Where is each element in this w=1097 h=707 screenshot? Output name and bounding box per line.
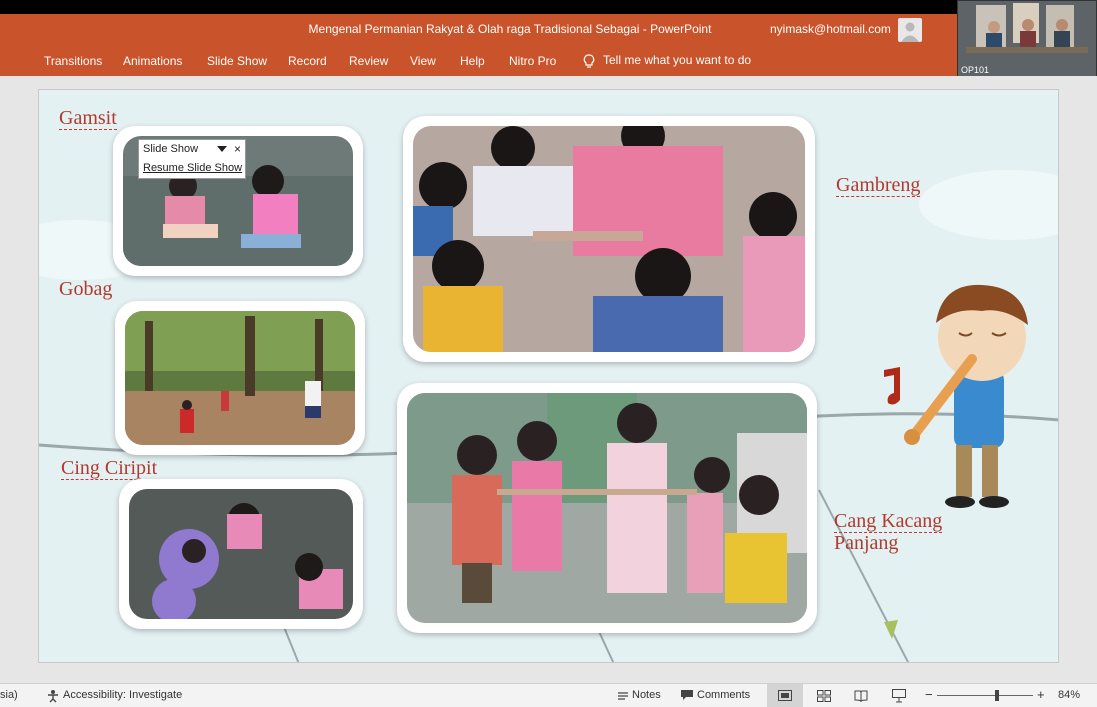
children-line-photo bbox=[407, 393, 807, 623]
video-call-thumbnail[interactable]: OP101 bbox=[957, 0, 1097, 78]
label-cing-ciripit: Cing Ciripit bbox=[61, 457, 158, 480]
zoom-in-button[interactable]: + bbox=[1037, 687, 1045, 702]
tab-animations[interactable]: Animations bbox=[123, 54, 182, 68]
zoom-slider[interactable] bbox=[937, 690, 1033, 701]
zoom-slider-thumb[interactable] bbox=[995, 690, 1000, 701]
comments-icon bbox=[681, 690, 693, 700]
tell-me-text: Tell me what you want to do bbox=[603, 53, 752, 67]
label-gambreng: Gambreng bbox=[836, 174, 921, 197]
slide-sorter-icon[interactable] bbox=[817, 690, 831, 702]
tell-me-search[interactable]: Tell me what you want to do bbox=[583, 53, 751, 68]
title-bar: Mengenal Permanian Rakyat & Olah raga Tr… bbox=[0, 14, 1097, 46]
accessibility-icon bbox=[48, 690, 58, 703]
children-circle-photo bbox=[129, 489, 353, 619]
resume-slide-show-button[interactable]: Resume Slide Show bbox=[143, 162, 242, 174]
user-email[interactable]: nyimask@hotmail.com bbox=[770, 22, 891, 36]
photo-gobag[interactable] bbox=[115, 301, 365, 455]
photo-cang-kacang-panjang[interactable] bbox=[397, 383, 817, 633]
photo-cing-ciripit[interactable] bbox=[119, 479, 363, 629]
slide-show-popup[interactable]: Slide Show × Resume Slide Show bbox=[138, 139, 246, 179]
boy-playing-flute-illustration bbox=[884, 284, 1028, 508]
label-panjang-text: Panjang bbox=[834, 532, 899, 554]
lightbulb-icon bbox=[583, 54, 595, 68]
label-gamsit: Gamsit bbox=[59, 107, 117, 130]
notes-icon bbox=[618, 692, 628, 700]
label-panjang: Panjang bbox=[834, 532, 898, 554]
video-label: OP101 bbox=[961, 65, 990, 75]
zoom-level[interactable]: 84% bbox=[1058, 689, 1080, 701]
accessibility-status[interactable]: Accessibility: Investigate bbox=[63, 689, 182, 701]
notes-button[interactable]: Notes bbox=[632, 689, 661, 701]
language-indicator[interactable]: sia) bbox=[0, 689, 18, 701]
user-avatar[interactable] bbox=[898, 18, 922, 42]
tab-slide-show[interactable]: Slide Show bbox=[207, 54, 267, 68]
tab-help[interactable]: Help bbox=[460, 54, 485, 68]
tab-record[interactable]: Record bbox=[288, 54, 327, 68]
slide-show-view-icon[interactable] bbox=[892, 689, 906, 703]
person-icon bbox=[901, 22, 919, 42]
zoom-out-button[interactable]: − bbox=[925, 687, 933, 702]
tab-nitro-pro[interactable]: Nitro Pro bbox=[509, 54, 556, 68]
status-bar: sia) Accessibility: Investigate Notes Co… bbox=[0, 683, 1097, 707]
chevron-down-icon[interactable] bbox=[217, 146, 227, 152]
ribbon-tabs: Transitions Animations Slide Show Record… bbox=[0, 46, 1097, 76]
outdoor-game-photo bbox=[125, 311, 355, 445]
tab-view[interactable]: View bbox=[410, 54, 436, 68]
normal-view-button[interactable] bbox=[767, 684, 803, 707]
reading-view-icon[interactable] bbox=[854, 690, 868, 702]
comments-button[interactable]: Comments bbox=[697, 689, 750, 701]
label-gobag: Gobag bbox=[59, 278, 113, 300]
top-black-bar bbox=[0, 0, 1097, 14]
normal-view-icon bbox=[778, 690, 792, 701]
tab-transitions[interactable]: Transitions bbox=[44, 54, 102, 68]
popup-title: Slide Show bbox=[143, 143, 199, 155]
children-hands-photo bbox=[413, 126, 805, 352]
close-icon[interactable]: × bbox=[234, 142, 241, 156]
photo-gambreng[interactable] bbox=[403, 116, 815, 362]
tab-review[interactable]: Review bbox=[349, 54, 388, 68]
